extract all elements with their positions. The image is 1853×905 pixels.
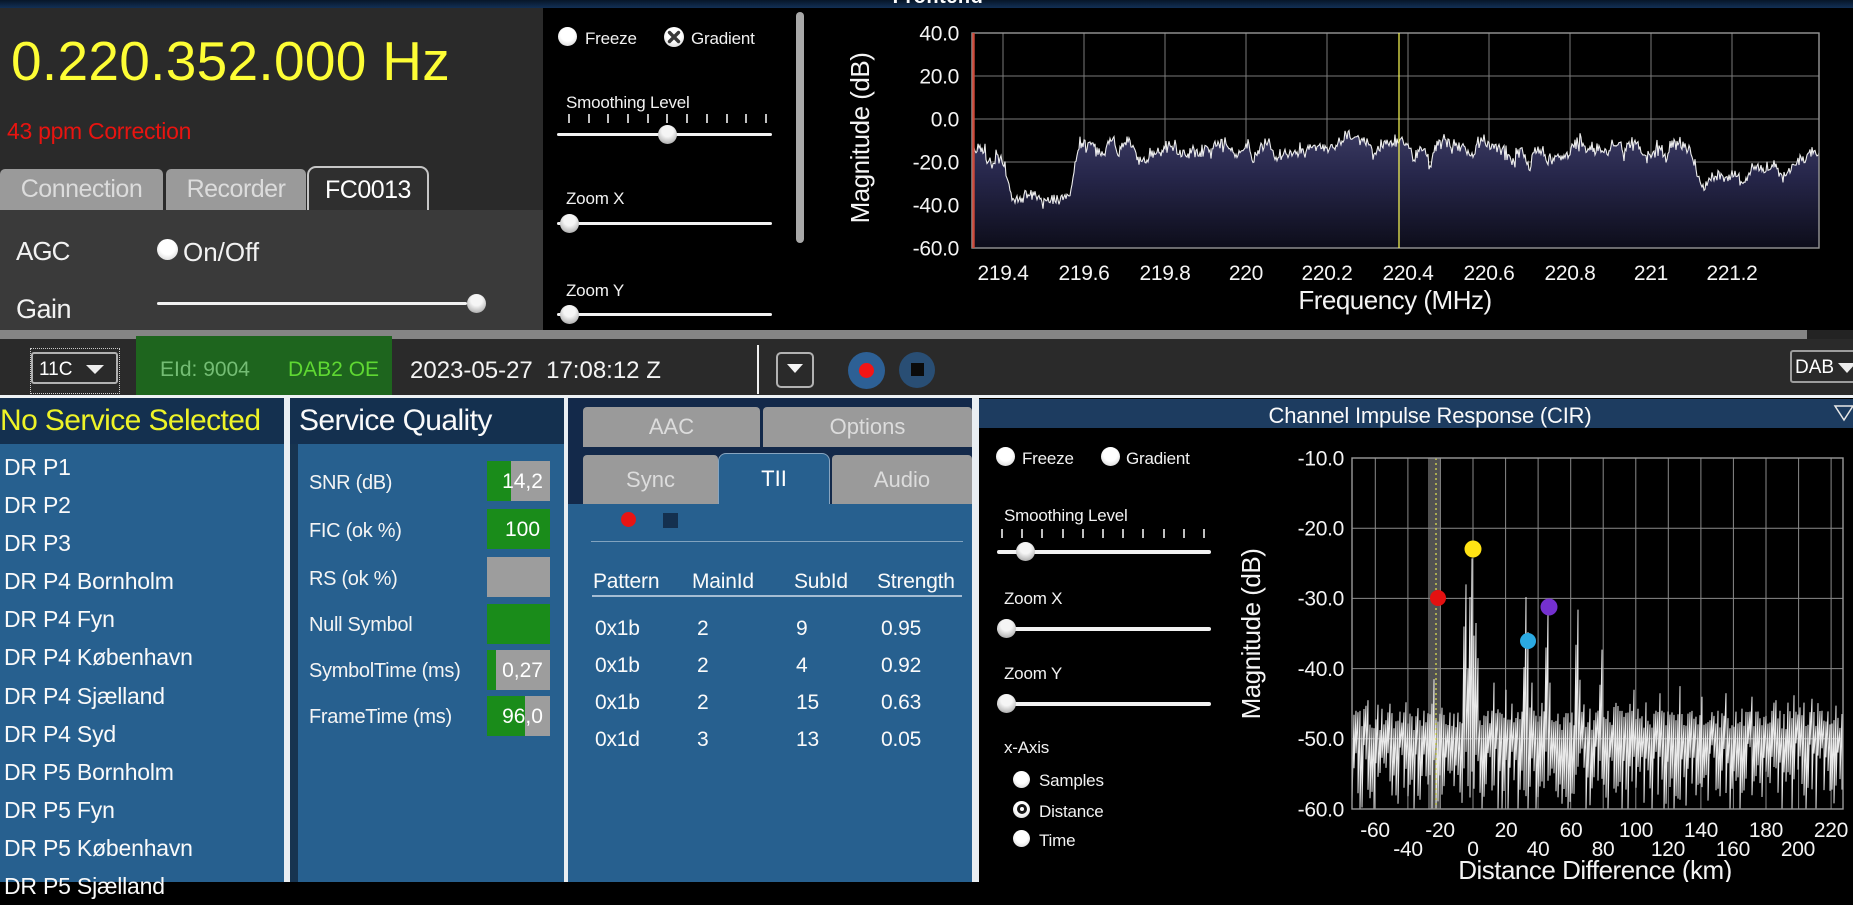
svg-text:-60.0: -60.0 (913, 238, 959, 261)
svg-text:220.2: 220.2 (1301, 262, 1352, 285)
svg-text:219.4: 219.4 (977, 262, 1029, 285)
svg-text:-40.0: -40.0 (913, 195, 959, 218)
svg-text:-30.0: -30.0 (1298, 588, 1344, 611)
svg-text:-20.0: -20.0 (913, 152, 959, 175)
svg-text:40.0: 40.0 (919, 23, 959, 46)
svg-text:-20.0: -20.0 (1298, 518, 1344, 541)
svg-text:-60: -60 (1360, 819, 1389, 842)
svg-text:20: 20 (1495, 819, 1518, 842)
svg-text:221: 221 (1634, 262, 1668, 285)
svg-text:220.6: 220.6 (1463, 262, 1514, 285)
svg-text:60: 60 (1560, 819, 1583, 842)
svg-text:221.2: 221.2 (1706, 262, 1757, 285)
svg-text:-60.0: -60.0 (1298, 799, 1344, 822)
svg-text:220: 220 (1229, 262, 1263, 285)
svg-text:Frequency (MHz): Frequency (MHz) (1298, 285, 1491, 315)
svg-text:219.6: 219.6 (1058, 262, 1109, 285)
svg-text:-20: -20 (1425, 819, 1454, 842)
svg-text:-10.0: -10.0 (1298, 448, 1344, 471)
svg-text:20.0: 20.0 (919, 66, 959, 89)
svg-text:-40: -40 (1393, 838, 1422, 861)
svg-text:220.4: 220.4 (1382, 262, 1434, 285)
svg-text:220: 220 (1814, 819, 1848, 842)
svg-text:220.8: 220.8 (1544, 262, 1595, 285)
svg-text:Distance Difference (km): Distance Difference (km) (1458, 855, 1732, 882)
svg-text:180: 180 (1749, 819, 1783, 842)
svg-text:-50.0: -50.0 (1298, 728, 1344, 751)
svg-text:100: 100 (1619, 819, 1653, 842)
svg-text:-40.0: -40.0 (1298, 658, 1344, 681)
svg-text:0.0: 0.0 (931, 109, 959, 132)
svg-text:Magnitude (dB): Magnitude (dB) (1236, 549, 1266, 720)
svg-text:219.8: 219.8 (1139, 262, 1190, 285)
svg-text:140: 140 (1684, 819, 1718, 842)
svg-text:200: 200 (1781, 838, 1815, 861)
svg-text:Magnitude (dB): Magnitude (dB) (845, 53, 875, 224)
